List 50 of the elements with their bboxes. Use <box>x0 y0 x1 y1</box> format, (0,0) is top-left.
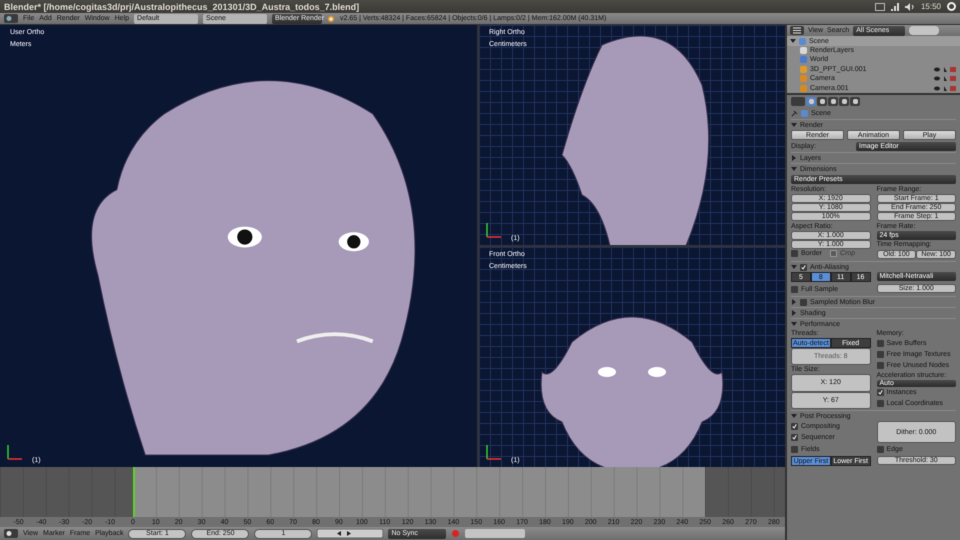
mail-icon <box>874 2 885 10</box>
context-tab[interactable] <box>839 96 849 106</box>
object-icon <box>800 66 807 73</box>
clock-text: 15:50 <box>920 2 941 11</box>
checkbox[interactable] <box>791 446 798 452</box>
checkbox[interactable] <box>791 434 798 440</box>
timeline-track[interactable] <box>0 467 785 517</box>
current-frame-line <box>133 467 135 517</box>
checkbox[interactable] <box>800 264 807 270</box>
visibility-toggles-icon[interactable] <box>934 84 956 92</box>
expanded-triangle-icon[interactable] <box>791 413 797 419</box>
context-tab[interactable] <box>817 96 827 106</box>
playback-controls-icon[interactable] <box>317 529 384 538</box>
world-icon <box>800 56 807 64</box>
expanded-triangle-icon[interactable] <box>791 321 797 327</box>
editor-type-icon[interactable] <box>790 26 804 36</box>
checkbox[interactable] <box>791 286 798 292</box>
search-field[interactable] <box>909 26 940 36</box>
volume-icon <box>904 2 915 10</box>
editor-type-icon[interactable] <box>4 529 18 538</box>
keying-set-field[interactable] <box>465 529 526 538</box>
editor-type-icon[interactable] <box>4 14 18 23</box>
expanded-triangle-icon[interactable] <box>791 264 797 270</box>
visibility-toggles-icon[interactable] <box>934 66 956 73</box>
expanded-triangle-icon[interactable] <box>791 122 797 128</box>
context-tab[interactable] <box>828 96 838 106</box>
pin-icon[interactable] <box>791 110 798 116</box>
collapsed-triangle-icon[interactable] <box>791 299 797 305</box>
context-tab[interactable] <box>850 96 860 106</box>
checkbox[interactable] <box>876 362 884 368</box>
scene-icon <box>801 110 808 116</box>
signal-icon <box>890 2 899 10</box>
scene-icon <box>799 38 806 45</box>
checkbox[interactable] <box>791 422 798 430</box>
expanded-triangle-icon[interactable] <box>791 166 797 172</box>
context-tab[interactable] <box>806 96 816 106</box>
checkbox[interactable] <box>791 250 798 257</box>
checkbox[interactable] <box>876 400 884 406</box>
collapsed-triangle-icon[interactable] <box>791 310 797 316</box>
checkbox[interactable] <box>876 388 884 396</box>
visibility-toggles-icon[interactable] <box>934 75 956 82</box>
checkbox[interactable] <box>876 340 884 346</box>
checkbox[interactable] <box>876 446 884 452</box>
expanded-triangle-icon[interactable] <box>790 38 796 44</box>
checkbox[interactable] <box>800 298 807 306</box>
settings-icon <box>947 2 956 11</box>
window-title: Blender* [/home/cogitas3d/prj/Australopithecus_201301/3D_Austra_todos_7.blend] <box>4 2 360 12</box>
layers-icon <box>800 46 807 54</box>
collapsed-triangle-icon[interactable] <box>791 155 797 161</box>
checkbox[interactable] <box>876 350 884 358</box>
